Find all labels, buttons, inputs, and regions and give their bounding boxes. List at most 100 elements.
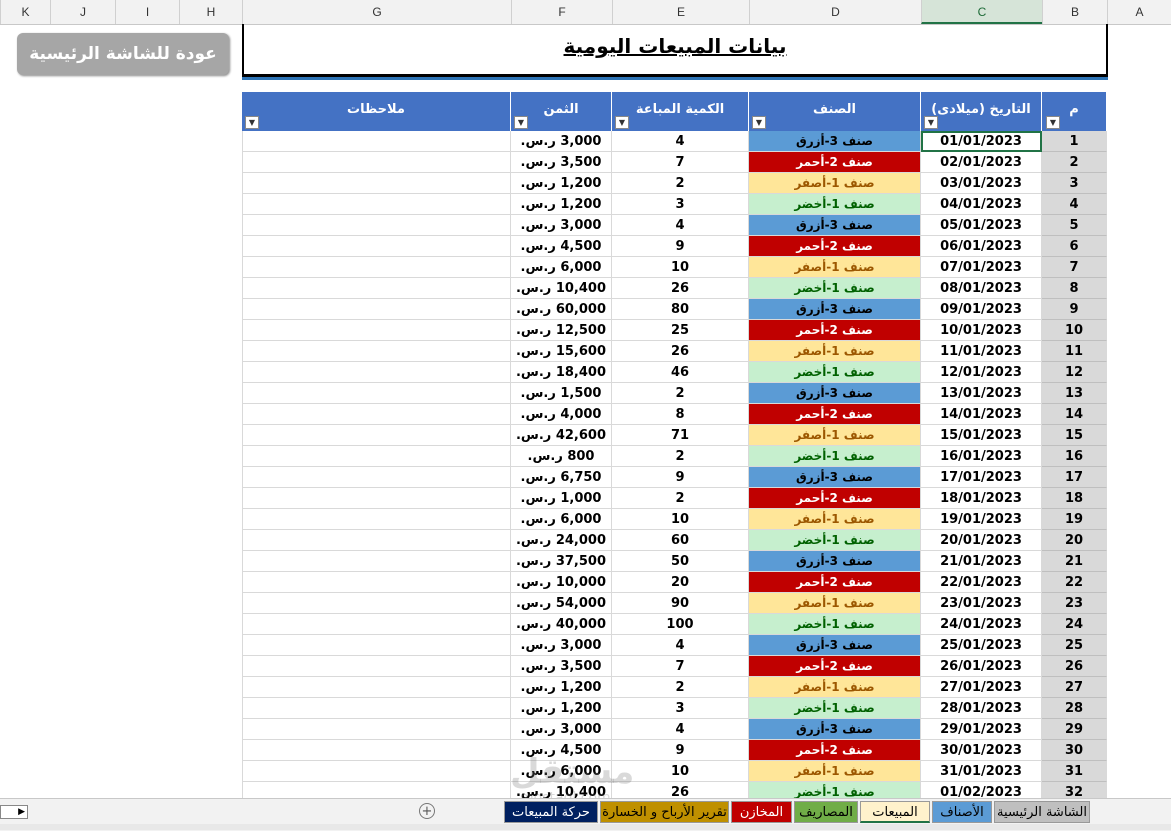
category-cell[interactable]: صنف 1-أخضر <box>749 362 921 383</box>
date-cell[interactable]: 01/01/2023 <box>921 131 1042 152</box>
notes-cell[interactable] <box>242 362 511 383</box>
price-cell[interactable]: 3,000 ر.س. <box>511 635 612 656</box>
date-cell[interactable]: 21/01/2023 <box>921 551 1042 572</box>
quantity-cell[interactable]: 10 <box>612 257 749 278</box>
category-cell[interactable]: صنف 2-أحمر <box>749 488 921 509</box>
category-cell[interactable]: صنف 2-أحمر <box>749 572 921 593</box>
row-number-cell[interactable]: 6 <box>1042 236 1107 257</box>
notes-cell[interactable] <box>242 236 511 257</box>
date-cell[interactable]: 29/01/2023 <box>921 719 1042 740</box>
date-cell[interactable]: 27/01/2023 <box>921 677 1042 698</box>
filter-dropdown-icon[interactable]: ▼ <box>752 116 766 129</box>
row-number-cell[interactable]: 5 <box>1042 215 1107 236</box>
price-cell[interactable]: 1,200 ر.س. <box>511 173 612 194</box>
price-cell[interactable]: 10,400 ر.س. <box>511 278 612 299</box>
category-cell[interactable]: صنف 3-أزرق <box>749 467 921 488</box>
date-cell[interactable]: 15/01/2023 <box>921 425 1042 446</box>
price-cell[interactable]: 3,000 ر.س. <box>511 215 612 236</box>
sheet-tab[interactable]: الشاشة الرئيسية <box>994 801 1090 823</box>
quantity-cell[interactable]: 2 <box>612 446 749 467</box>
category-cell[interactable]: صنف 1-أخضر <box>749 698 921 719</box>
row-number-cell[interactable]: 25 <box>1042 635 1107 656</box>
notes-cell[interactable] <box>242 530 511 551</box>
quantity-cell[interactable]: 10 <box>612 509 749 530</box>
date-cell[interactable]: 19/01/2023 <box>921 509 1042 530</box>
category-cell[interactable]: صنف 1-أخضر <box>749 614 921 635</box>
date-cell[interactable]: 12/01/2023 <box>921 362 1042 383</box>
price-cell[interactable]: 42,600 ر.س. <box>511 425 612 446</box>
notes-cell[interactable] <box>242 488 511 509</box>
row-number-cell[interactable]: 19 <box>1042 509 1107 530</box>
quantity-cell[interactable]: 9 <box>612 236 749 257</box>
row-number-cell[interactable]: 7 <box>1042 257 1107 278</box>
row-number-cell[interactable]: 24 <box>1042 614 1107 635</box>
category-cell[interactable]: صنف 1-أخضر <box>749 446 921 467</box>
column-header-g[interactable]: G <box>242 0 511 24</box>
date-cell[interactable]: 02/01/2023 <box>921 152 1042 173</box>
row-number-cell[interactable]: 29 <box>1042 719 1107 740</box>
notes-cell[interactable] <box>242 677 511 698</box>
quantity-cell[interactable]: 46 <box>612 362 749 383</box>
date-cell[interactable]: 17/01/2023 <box>921 467 1042 488</box>
quantity-cell[interactable]: 26 <box>612 278 749 299</box>
date-cell[interactable]: 30/01/2023 <box>921 740 1042 761</box>
column-header-e[interactable]: E <box>612 0 749 24</box>
notes-cell[interactable] <box>242 194 511 215</box>
row-number-cell[interactable]: 26 <box>1042 656 1107 677</box>
notes-cell[interactable] <box>242 152 511 173</box>
row-number-cell[interactable]: 27 <box>1042 677 1107 698</box>
category-cell[interactable]: صنف 1-أخضر <box>749 530 921 551</box>
quantity-cell[interactable]: 2 <box>612 383 749 404</box>
category-cell[interactable]: صنف 3-أزرق <box>749 299 921 320</box>
category-cell[interactable]: صنف 1-أصفر <box>749 257 921 278</box>
row-number-cell[interactable]: 9 <box>1042 299 1107 320</box>
horizontal-scrollbar[interactable] <box>0 824 1171 830</box>
price-cell[interactable]: 4,500 ر.س. <box>511 236 612 257</box>
category-cell[interactable]: صنف 3-أزرق <box>749 383 921 404</box>
back-to-main-button[interactable]: عودة للشاشة الرئيسية <box>17 33 229 75</box>
quantity-cell[interactable]: 4 <box>612 131 749 152</box>
date-cell[interactable]: 04/01/2023 <box>921 194 1042 215</box>
notes-cell[interactable] <box>242 656 511 677</box>
column-header-i[interactable]: I <box>115 0 179 24</box>
category-cell[interactable]: صنف 1-أصفر <box>749 509 921 530</box>
sheet-nav-arrow-icon[interactable]: ▶ <box>0 805 28 819</box>
filter-dropdown-icon[interactable]: ▼ <box>245 116 259 129</box>
notes-cell[interactable] <box>242 257 511 278</box>
row-number-cell[interactable]: 3 <box>1042 173 1107 194</box>
sheet-tab[interactable]: الأصناف <box>932 801 992 823</box>
price-cell[interactable]: 3,000 ر.س. <box>511 719 612 740</box>
notes-cell[interactable] <box>242 446 511 467</box>
quantity-cell[interactable]: 9 <box>612 467 749 488</box>
date-cell[interactable]: 22/01/2023 <box>921 572 1042 593</box>
date-cell[interactable]: 16/01/2023 <box>921 446 1042 467</box>
date-cell[interactable]: 28/01/2023 <box>921 698 1042 719</box>
notes-cell[interactable] <box>242 698 511 719</box>
notes-cell[interactable] <box>242 404 511 425</box>
category-cell[interactable]: صنف 3-أزرق <box>749 719 921 740</box>
quantity-cell[interactable]: 50 <box>612 551 749 572</box>
quantity-cell[interactable]: 4 <box>612 215 749 236</box>
row-number-cell[interactable]: 31 <box>1042 761 1107 782</box>
quantity-cell[interactable]: 71 <box>612 425 749 446</box>
date-cell[interactable]: 08/01/2023 <box>921 278 1042 299</box>
quantity-cell[interactable]: 2 <box>612 173 749 194</box>
quantity-cell[interactable]: 7 <box>612 152 749 173</box>
quantity-cell[interactable]: 3 <box>612 194 749 215</box>
price-cell[interactable]: 1,500 ر.س. <box>511 383 612 404</box>
price-cell[interactable]: 12,500 ر.س. <box>511 320 612 341</box>
category-cell[interactable]: صنف 2-أحمر <box>749 656 921 677</box>
sheet-tab[interactable]: المصاريف <box>794 801 858 823</box>
row-number-cell[interactable]: 15 <box>1042 425 1107 446</box>
filter-dropdown-icon[interactable]: ▼ <box>615 116 629 129</box>
sheet-tab[interactable]: تقرير الأرباح و الخسارة <box>600 801 729 823</box>
price-cell[interactable]: 6,750 ر.س. <box>511 467 612 488</box>
column-header-d[interactable]: D <box>749 0 921 24</box>
date-cell[interactable]: 14/01/2023 <box>921 404 1042 425</box>
notes-cell[interactable] <box>242 278 511 299</box>
category-cell[interactable]: صنف 3-أزرق <box>749 635 921 656</box>
column-header-k[interactable]: K <box>0 0 50 24</box>
category-cell[interactable]: صنف 1-أخضر <box>749 278 921 299</box>
sheet-tab[interactable]: المبيعات <box>860 801 930 823</box>
quantity-cell[interactable]: 20 <box>612 572 749 593</box>
